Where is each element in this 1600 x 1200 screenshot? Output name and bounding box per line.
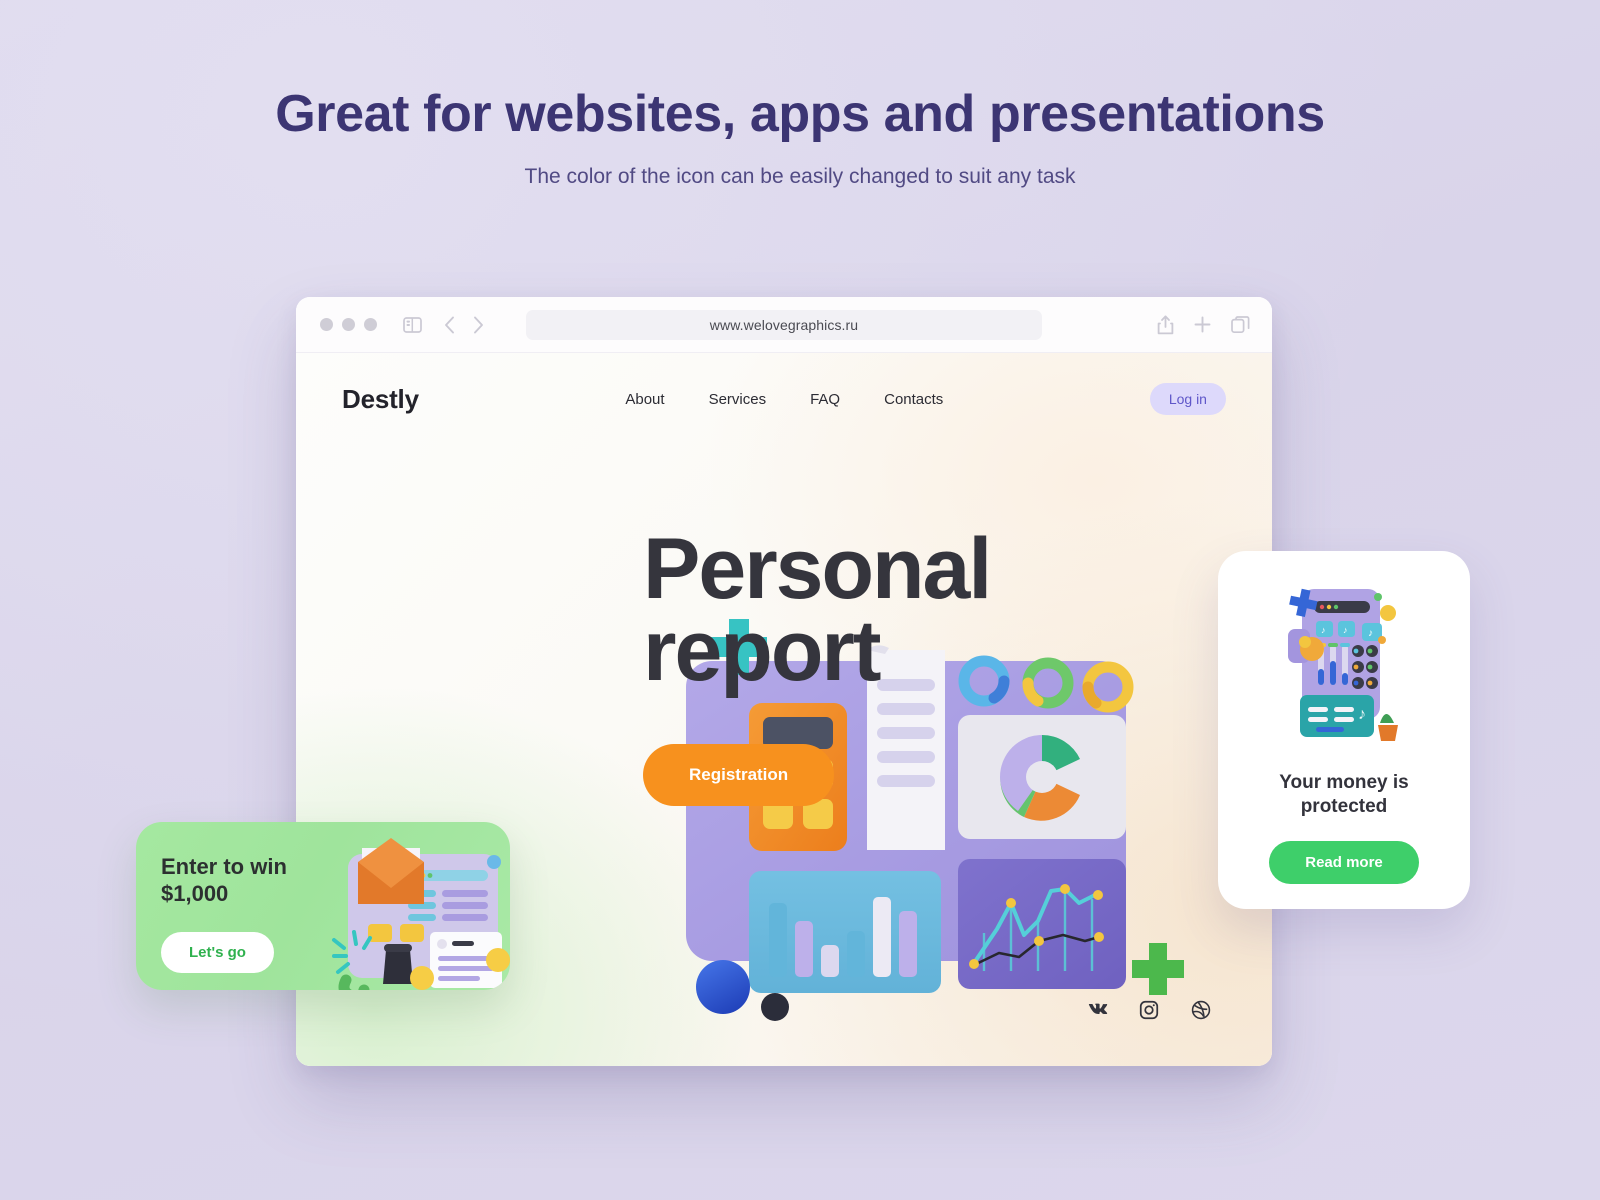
- nav-item-contacts[interactable]: Contacts: [884, 391, 943, 408]
- hero-copy: Personal report Registration: [643, 521, 992, 807]
- dribbble-icon[interactable]: [1190, 999, 1212, 1026]
- site-navbar: Destly About Services FAQ Contacts Log i…: [296, 353, 1272, 445]
- protected-card-title: Your money is protected: [1279, 772, 1409, 817]
- sphere-decor-blue: [696, 960, 750, 1014]
- svg-text:♪: ♪: [1358, 706, 1366, 723]
- page-title: Great for websites, apps and presentatio…: [275, 85, 1325, 143]
- page-subtitle: The color of the icon can be easily chan…: [524, 165, 1076, 189]
- site-logo[interactable]: Destly: [342, 384, 419, 415]
- instagram-icon[interactable]: [1138, 999, 1160, 1026]
- promo-card-title: Enter to win $1,000: [161, 854, 287, 906]
- vk-icon[interactable]: [1086, 999, 1108, 1026]
- social-links: [1086, 999, 1212, 1026]
- hero-title-line1: Personal: [643, 521, 992, 617]
- tabs-overview-icon[interactable]: [1231, 315, 1250, 334]
- sidebar-toggle-icon[interactable]: [403, 316, 422, 333]
- svg-text:♪: ♪: [1343, 625, 1348, 635]
- browser-toolbar: www.welovegraphics.ru: [296, 297, 1272, 353]
- browser-actions: [1157, 315, 1254, 335]
- share-icon[interactable]: [1157, 315, 1174, 335]
- promo-card[interactable]: Enter to win $1,000 Let's go: [136, 822, 510, 990]
- read-more-button[interactable]: Read more: [1269, 840, 1419, 884]
- url-text: www.welovegraphics.ru: [709, 316, 859, 333]
- url-bar[interactable]: www.welovegraphics.ru: [526, 309, 1042, 340]
- mixer-panel-3d-illustration: ♪ ♪ ♪ ♪: [1274, 573, 1414, 763]
- svg-text:♪: ♪: [1321, 625, 1326, 635]
- sphere-decor-dark: [761, 993, 789, 1021]
- close-dot[interactable]: [320, 318, 333, 331]
- cross-decor-green: [1132, 943, 1184, 995]
- page-header: Great for websites, apps and presentatio…: [0, 85, 1600, 189]
- back-chevron-icon[interactable]: [444, 316, 455, 334]
- nav-item-about[interactable]: About: [625, 391, 664, 408]
- nav-item-faq[interactable]: FAQ: [810, 391, 840, 408]
- nav-item-services[interactable]: Services: [709, 391, 767, 408]
- traffic-lights: [320, 318, 377, 331]
- site-menu: About Services FAQ Contacts: [625, 391, 943, 408]
- hero-title-line2: report: [643, 602, 881, 699]
- new-tab-plus-icon[interactable]: [1194, 316, 1211, 333]
- maximize-dot[interactable]: [364, 318, 377, 331]
- protected-card[interactable]: ♪ ♪ ♪ ♪ Your money is protected Read mor…: [1218, 551, 1470, 909]
- registration-button[interactable]: Registration: [643, 744, 835, 807]
- login-button[interactable]: Log in: [1149, 383, 1226, 415]
- lets-go-button[interactable]: Let's go: [161, 932, 274, 973]
- svg-text:♪: ♪: [1368, 628, 1373, 639]
- email-3d-illustration: [326, 828, 510, 990]
- forward-chevron-icon[interactable]: [473, 316, 484, 334]
- minimize-dot[interactable]: [342, 318, 355, 331]
